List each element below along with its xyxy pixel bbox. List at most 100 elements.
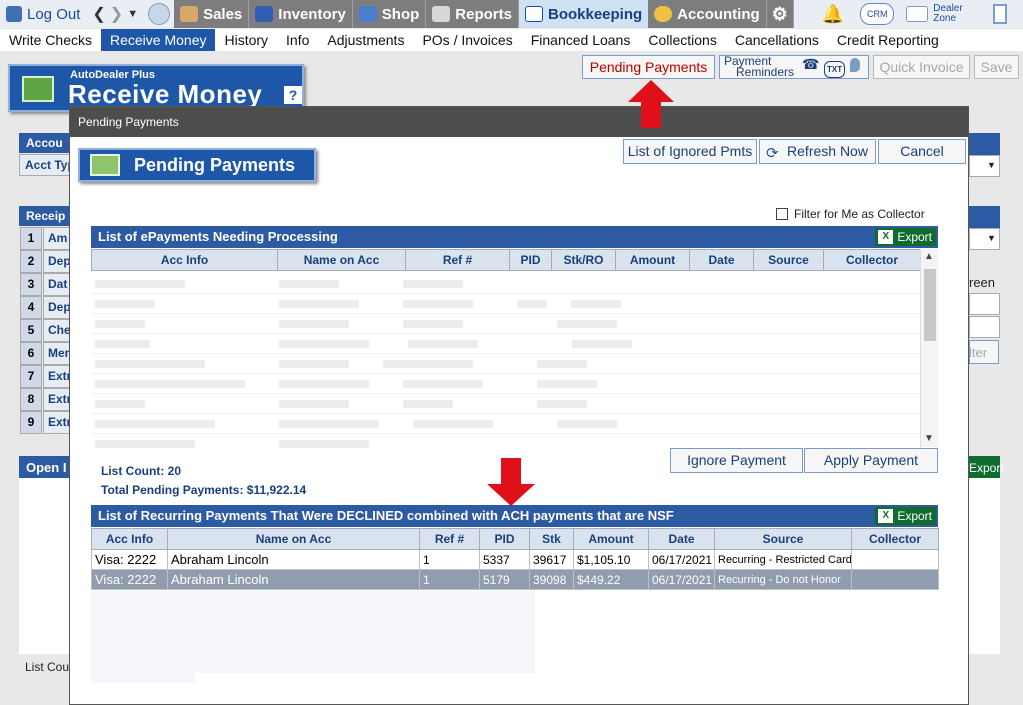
table-row[interactable]: Visa: 2222 Abraham Lincoln 1 5337 39617 … bbox=[91, 549, 939, 570]
apply-payment-button[interactable]: Apply Payment bbox=[804, 448, 938, 473]
cell-ref: 1 bbox=[419, 569, 480, 590]
forward-arrow-icon[interactable]: ❯ bbox=[108, 4, 125, 24]
settings-button[interactable]: ⚙ bbox=[766, 0, 794, 28]
table-header-row: Acc Info Name on Acc Ref # PID Stk Amoun… bbox=[91, 528, 939, 550]
table-row[interactable] bbox=[91, 394, 920, 414]
list-ignored-payments-button[interactable]: List of Ignored Pmts bbox=[623, 139, 757, 164]
column-header[interactable]: Date bbox=[689, 249, 754, 271]
column-header[interactable]: Name on Acc bbox=[167, 528, 420, 550]
column-header[interactable]: Amount bbox=[615, 249, 690, 271]
bg-right-header-1 bbox=[969, 133, 1000, 155]
filter-collector-checkbox[interactable]: Filter for Me as Collector bbox=[776, 207, 925, 221]
wrench-icon bbox=[358, 6, 377, 22]
notifications-button[interactable]: 🔔 bbox=[794, 0, 856, 28]
subnav-cancellations[interactable]: Cancellations bbox=[726, 29, 828, 51]
column-header[interactable]: Name on Acc bbox=[277, 249, 406, 271]
table-row[interactable] bbox=[91, 314, 920, 334]
column-header[interactable]: Amount bbox=[573, 528, 649, 550]
headset-icon bbox=[148, 3, 171, 25]
calculator-button[interactable] bbox=[983, 0, 1013, 28]
account-label: Accou bbox=[26, 136, 63, 150]
cell-acc-info: Visa: 2222 bbox=[91, 549, 168, 570]
chevron-down-icon[interactable]: ▼ bbox=[125, 8, 140, 20]
column-header[interactable]: PID bbox=[479, 528, 530, 550]
bg-row-num: 4 bbox=[20, 296, 42, 319]
tab-inventory[interactable]: Inventory bbox=[249, 0, 353, 28]
bg-right-field bbox=[969, 293, 1000, 315]
subnav-credit-reporting[interactable]: Credit Reporting bbox=[828, 29, 948, 51]
export-label: Export bbox=[897, 230, 932, 244]
chevron-up-icon[interactable]: ▲ bbox=[924, 251, 934, 262]
subnav-adjustments[interactable]: Adjustments bbox=[318, 29, 413, 51]
declined-table: Acc Info Name on Acc Ref # PID Stk Amoun… bbox=[91, 528, 939, 590]
pending-payments-button[interactable]: Pending Payments bbox=[582, 55, 715, 79]
column-header[interactable]: PID bbox=[509, 249, 552, 271]
subnav-financed-loans[interactable]: Financed Loans bbox=[522, 29, 640, 51]
column-header[interactable]: Stk/RO bbox=[551, 249, 616, 271]
dealer-zone-button[interactable]: Dealer Zone bbox=[898, 0, 983, 28]
bg-right-header-2 bbox=[969, 206, 1000, 228]
subnav-pos-invoices[interactable]: POs / Invoices bbox=[413, 29, 521, 51]
ignore-payment-button[interactable]: Ignore Payment bbox=[670, 448, 803, 473]
tab-bookkeeping[interactable]: Bookkeeping bbox=[518, 0, 649, 28]
column-header[interactable]: Collector bbox=[851, 528, 939, 550]
dealer-zone-line2: Zone bbox=[933, 13, 957, 24]
cell-pid: 5179 bbox=[479, 569, 530, 590]
table-row[interactable] bbox=[91, 334, 920, 354]
subnav-receive-money[interactable]: Receive Money bbox=[100, 29, 216, 51]
checkbox[interactable] bbox=[776, 208, 788, 220]
column-header[interactable]: Ref # bbox=[419, 528, 480, 550]
column-header[interactable]: Ref # bbox=[405, 249, 510, 271]
support-button[interactable] bbox=[144, 0, 174, 28]
red-arrow-down-icon bbox=[487, 458, 535, 506]
cancel-button[interactable]: Cancel bbox=[878, 139, 966, 164]
cell-stk: 39617 bbox=[529, 549, 574, 570]
table-row[interactable] bbox=[91, 434, 920, 449]
table-row[interactable] bbox=[91, 354, 920, 374]
cell-amount: $449.22 bbox=[573, 569, 649, 590]
column-header[interactable]: Date bbox=[648, 528, 715, 550]
column-header[interactable]: Source bbox=[714, 528, 852, 550]
tab-sales[interactable]: Sales bbox=[174, 0, 250, 28]
refresh-icon: ⟳ bbox=[766, 145, 779, 162]
subnav-collections[interactable]: Collections bbox=[639, 29, 725, 51]
tab-accounting[interactable]: Accounting bbox=[648, 0, 767, 28]
tab-bookkeeping-label: Bookkeeping bbox=[547, 5, 643, 23]
scrollbar-thumb[interactable] bbox=[924, 269, 936, 341]
table-row[interactable] bbox=[91, 274, 920, 294]
tab-inventory-label: Inventory bbox=[278, 5, 346, 23]
tab-shop[interactable]: Shop bbox=[352, 0, 427, 28]
quick-invoice-button[interactable]: Quick Invoice bbox=[873, 55, 970, 79]
column-header[interactable]: Acc Info bbox=[91, 528, 168, 550]
payment-reminders-button[interactable]: Payment Reminders ☎ TXT bbox=[719, 55, 869, 79]
declined-export-button[interactable]: X Export bbox=[875, 507, 936, 525]
table-header-row: Acc Info Name on Acc Ref # PID Stk/RO Am… bbox=[91, 249, 921, 271]
logout-link[interactable]: Log Out bbox=[0, 0, 86, 28]
page-title-badge: AutoDealer Plus Receive Money ? bbox=[8, 64, 304, 112]
subnav-history[interactable]: History bbox=[215, 29, 277, 51]
crm-button[interactable]: CRM bbox=[856, 0, 898, 28]
column-header[interactable]: Acc Info bbox=[91, 249, 278, 271]
subnav-info[interactable]: Info bbox=[277, 29, 318, 51]
chevron-down-icon[interactable]: ▼ bbox=[924, 433, 934, 444]
money-icon bbox=[22, 76, 54, 102]
history-nav[interactable]: ❮ ❯ ▼ bbox=[86, 0, 144, 28]
help-icon[interactable]: ? bbox=[284, 86, 302, 104]
back-arrow-icon[interactable]: ❮ bbox=[90, 4, 107, 24]
save-button[interactable]: Save bbox=[974, 55, 1019, 79]
epayments-scrollbar[interactable]: ▲ ▼ bbox=[920, 249, 938, 447]
bg-filter-label: lter bbox=[969, 345, 988, 360]
epayments-rows-obscured[interactable] bbox=[91, 274, 920, 449]
table-row[interactable] bbox=[91, 294, 920, 314]
refresh-now-button[interactable]: ⟳ Refresh Now bbox=[759, 139, 876, 164]
tab-reports[interactable]: Reports bbox=[426, 0, 519, 28]
epayments-export-button[interactable]: X Export bbox=[875, 228, 936, 246]
bg-row-num: 7 bbox=[20, 365, 42, 388]
column-header[interactable]: Stk bbox=[529, 528, 574, 550]
column-header[interactable]: Source bbox=[753, 249, 824, 271]
table-row[interactable] bbox=[91, 414, 920, 434]
table-row[interactable] bbox=[91, 374, 920, 394]
column-header[interactable]: Collector bbox=[823, 249, 921, 271]
table-row-selected[interactable]: Visa: 2222 Abraham Lincoln 1 5179 39098 … bbox=[91, 569, 939, 590]
subnav-write-checks[interactable]: Write Checks bbox=[0, 29, 101, 51]
